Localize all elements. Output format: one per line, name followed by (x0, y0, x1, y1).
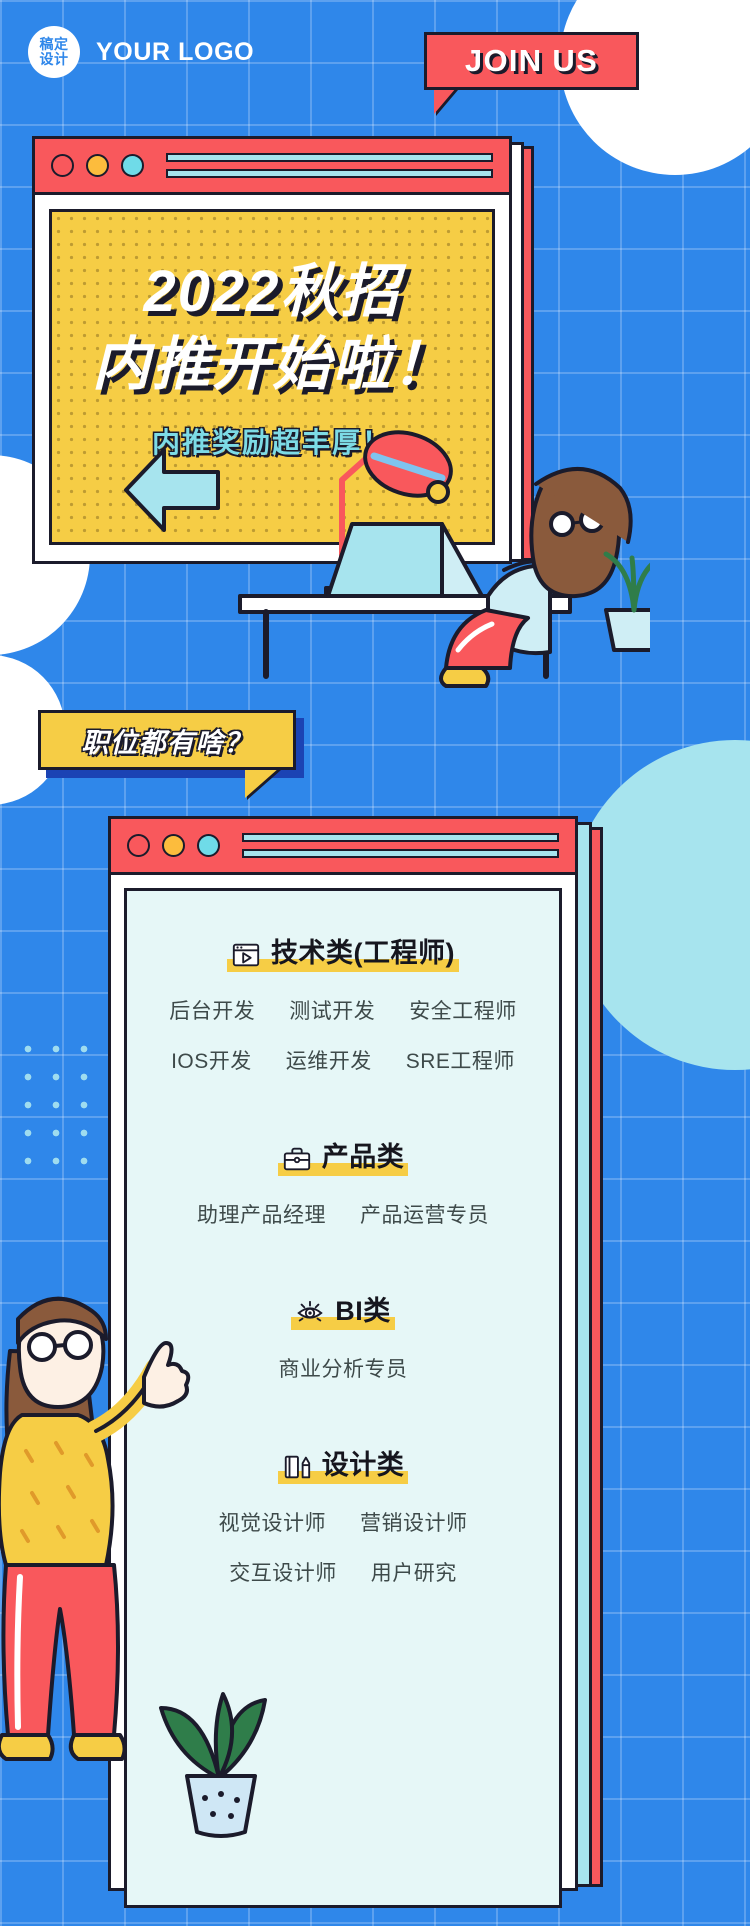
job-item[interactable]: 后台开发 (169, 995, 255, 1025)
job-row: IOS开发 运维开发 SRE工程师 (143, 1045, 543, 1075)
job-item[interactable]: 视觉设计师 (219, 1507, 327, 1537)
job-item[interactable]: 商业分析专员 (279, 1353, 408, 1383)
job-row: 后台开发 测试开发 安全工程师 (143, 995, 543, 1025)
addressbar-line (242, 833, 559, 842)
job-item[interactable]: 产品运营专员 (360, 1199, 489, 1229)
job-category-header: 技术类(工程师) (227, 931, 459, 972)
join-us-label: JOIN US (464, 43, 599, 78)
section-tag-tail (245, 768, 279, 798)
job-item[interactable]: 交互设计师 (229, 1557, 337, 1587)
job-item[interactable]: 营销设计师 (360, 1507, 468, 1537)
job-category-title: 产品类 (321, 1142, 405, 1172)
window-control-dots (51, 154, 144, 177)
join-us-badge[interactable]: JOIN US (424, 32, 639, 90)
job-item[interactable]: 安全工程师 (409, 995, 517, 1025)
section-tag-label: 职位都有啥？ (81, 727, 253, 758)
hero-window-titlebar (35, 139, 509, 195)
window-close-dot-icon[interactable] (127, 834, 150, 857)
window-addressbar-lines (166, 153, 493, 178)
addressbar-line (166, 153, 493, 162)
window-minimize-dot-icon[interactable] (162, 834, 185, 857)
job-row: 视觉设计师 营销设计师 (143, 1507, 543, 1537)
job-row: 交互设计师 用户研究 (143, 1557, 543, 1587)
brand-badge-line2: 设计 (39, 51, 69, 67)
job-item[interactable]: 助理产品经理 (197, 1199, 326, 1229)
logo-text: YOUR LOGO (96, 37, 255, 66)
book-pencil-icon (284, 1455, 310, 1479)
job-category-product: 产品类 助理产品经理 产品运营专员 (143, 1135, 543, 1229)
job-category-header: BI类 (291, 1289, 395, 1330)
section-tag: 职位都有啥？ (38, 710, 296, 770)
hero-headline-line1: 2022秋招 (143, 259, 401, 324)
window-close-dot-icon[interactable] (51, 154, 74, 177)
desk-scene-illustration (124, 430, 650, 688)
browser-play-icon (232, 943, 260, 967)
job-category-title: 技术类(工程师) (271, 938, 455, 968)
briefcase-icon (283, 1147, 310, 1171)
job-item[interactable]: IOS开发 (171, 1045, 252, 1075)
job-item[interactable]: 用户研究 (371, 1557, 457, 1587)
potted-plant-illustration (159, 1692, 267, 1838)
brand-badge-line1: 稿定 (39, 36, 69, 53)
job-category-title: BI类 (335, 1296, 391, 1326)
job-category-title: 设计类 (321, 1450, 405, 1480)
addressbar-line (166, 169, 493, 178)
job-item[interactable]: SRE工程师 (406, 1045, 515, 1075)
job-category-bi: BI类 商业分析专员 (143, 1289, 543, 1383)
join-us-tail (434, 88, 456, 114)
job-category-header: 产品类 (277, 1135, 409, 1176)
brand-badge: 稿定 设计 (28, 26, 80, 78)
eye-icon (297, 1300, 323, 1322)
addressbar-line (242, 849, 559, 858)
hero-headline-line2: 内推开始啦！ (91, 332, 452, 398)
window-minimize-dot-icon[interactable] (86, 154, 109, 177)
page-header: 稿定 设计 YOUR LOGO (28, 26, 254, 78)
job-row: 助理产品经理 产品运营专员 (143, 1199, 543, 1229)
window-maximize-dot-icon[interactable] (197, 834, 220, 857)
window-maximize-dot-icon[interactable] (121, 154, 144, 177)
cyan-arrow-icon (124, 448, 220, 532)
window-control-dots (127, 834, 220, 857)
jobs-window-titlebar (111, 819, 575, 875)
job-category-header: 设计类 (277, 1443, 409, 1484)
job-row: 商业分析专员 (143, 1353, 543, 1383)
job-item[interactable]: 运维开发 (286, 1045, 372, 1075)
window-addressbar-lines (242, 833, 559, 858)
job-category-tech: 技术类(工程师) 后台开发 测试开发 安全工程师 IOS开发 运维开发 SRE工… (143, 931, 543, 1075)
job-category-design: 设计类 视觉设计师 营销设计师 交互设计师 用户研究 (143, 1443, 543, 1587)
job-item[interactable]: 测试开发 (289, 995, 375, 1025)
